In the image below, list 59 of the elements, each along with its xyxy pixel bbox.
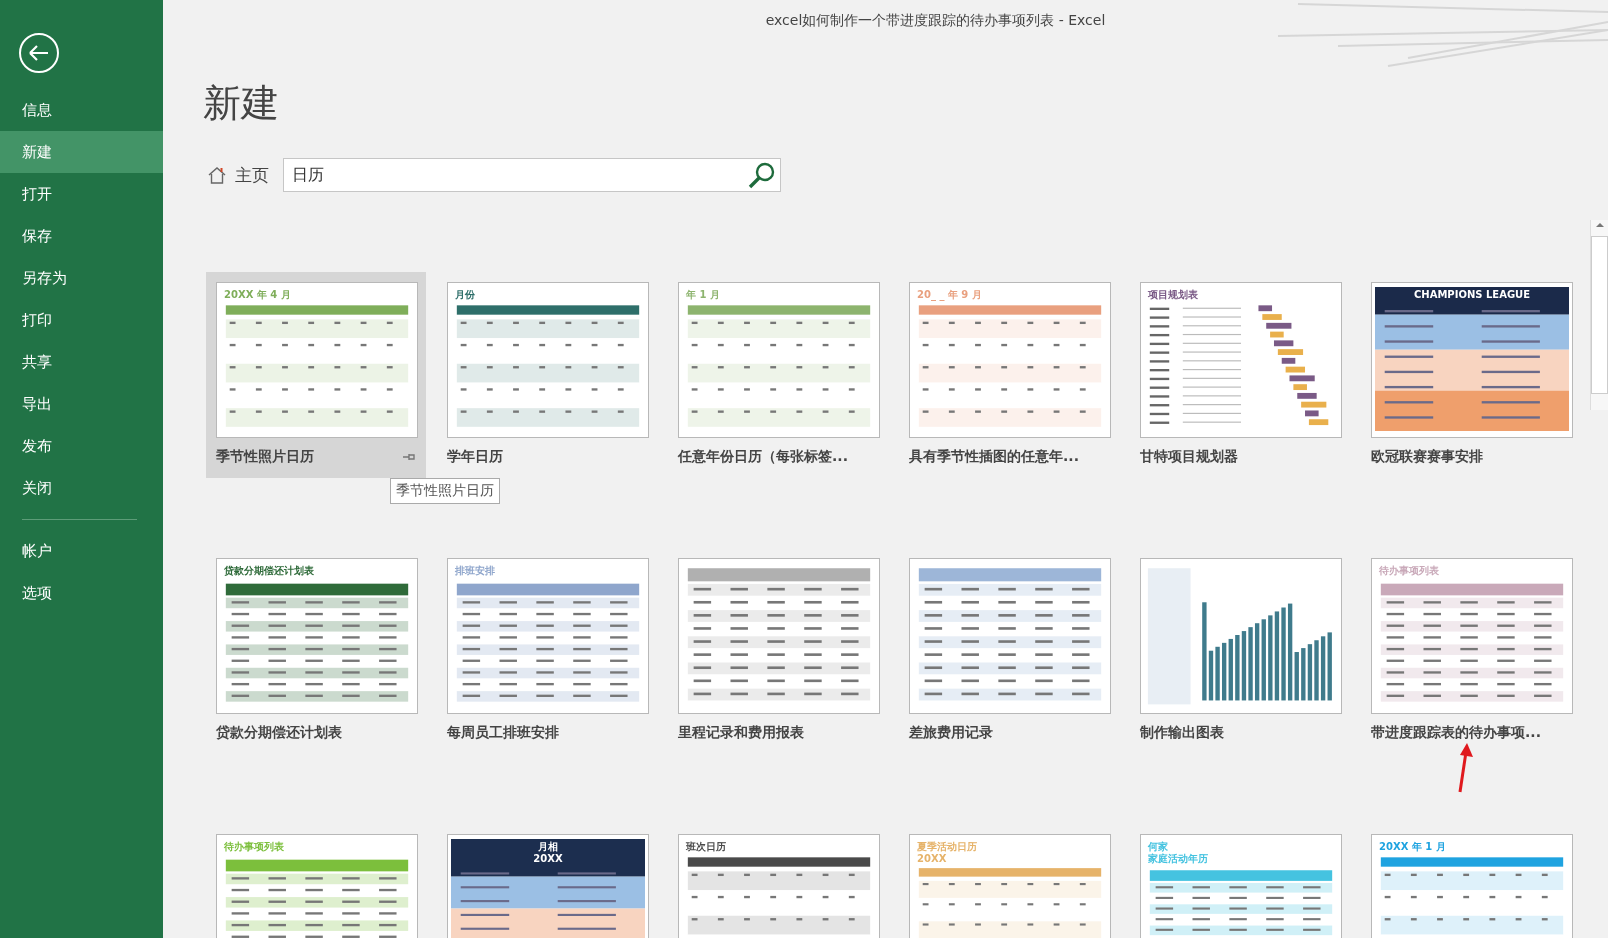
template-name: 学年日历: [447, 448, 503, 466]
tooltip: 季节性照片日历: [390, 478, 500, 504]
thumbnail-heading: 项目规划表: [1148, 289, 1198, 301]
thumbnail-heading: CHAMPIONS LEAGUE: [1413, 289, 1531, 301]
thumbnail-heading: 月相: [538, 841, 558, 853]
template-thumbnail[interactable]: 班次日历: [678, 834, 880, 938]
sidebar-item[interactable]: 信息: [0, 89, 163, 131]
back-button[interactable]: [18, 32, 60, 74]
scrollbar[interactable]: [1590, 220, 1608, 410]
template-name: 贷款分期偿还计划表: [216, 724, 342, 742]
thumbnail-heading: 贷款分期偿还计划表: [224, 565, 314, 577]
thumbnail-heading: 年 1 月: [686, 289, 720, 301]
thumbnail-heading: 何家: [1148, 841, 1168, 852]
thumbnail-heading: 家庭活动年历: [1148, 852, 1208, 864]
page-heading: 新建: [203, 84, 280, 122]
sidebar-item[interactable]: 新建: [0, 131, 163, 173]
sidebar-item[interactable]: 发布: [0, 425, 163, 467]
sidebar-item[interactable]: 帐户: [0, 530, 163, 572]
thumbnail-heading: 20_ _ 年 9 月: [917, 289, 982, 301]
thumbnail-heading: 20XX 年 4 月: [224, 289, 291, 301]
template-name: 带进度跟踪表的待办事项...: [1371, 724, 1541, 742]
template-name: 制作输出图表: [1140, 724, 1224, 742]
sidebar-item[interactable]: 关闭: [0, 467, 163, 509]
template-thumbnail[interactable]: 项目规划表: [1140, 282, 1342, 438]
thumbnail-heading: 月份: [455, 289, 475, 301]
template-name: 每周员工排班安排: [447, 724, 559, 742]
thumbnail-heading: 夏季活动日历: [917, 841, 977, 853]
sidebar-item[interactable]: 选项: [0, 572, 163, 614]
thumbnail-heading: 排班安排: [455, 565, 495, 577]
sidebar-item[interactable]: 保存: [0, 215, 163, 257]
template-name: 甘特项目规划器: [1140, 448, 1238, 466]
thumbnail-heading: 20XX: [917, 852, 947, 864]
window-title: excel如何制作一个带进度跟踪的待办事项列表 - Excel: [764, 12, 1106, 30]
template-thumbnail[interactable]: 贷款分期偿还计划表: [216, 558, 418, 714]
search-icon[interactable]: [747, 160, 777, 190]
sidebar-item[interactable]: 另存为: [0, 257, 163, 299]
template-name: 具有季节性插图的任意年...: [909, 448, 1079, 466]
template-name: 差旅费用记录: [909, 724, 993, 742]
pin-icon[interactable]: [402, 452, 416, 462]
template-card[interactable]: 20XX 年 4 月 季节性照片日历: [206, 272, 426, 478]
template-name: 季节性照片日历: [216, 448, 314, 466]
template-thumbnail[interactable]: 月相 20XX: [447, 834, 649, 938]
sidebar-item[interactable]: 打印: [0, 299, 163, 341]
thumbnail-heading: 班次日历: [686, 841, 726, 853]
template-name: 欧冠联赛赛事安排: [1371, 448, 1483, 466]
template-name: 任意年份日历（每张标签...: [678, 448, 848, 466]
thumbnail-heading: 待办事项列表: [224, 841, 284, 853]
thumbnail-heading: 待办事项列表: [1379, 565, 1439, 577]
thumbnail-heading: 20XX 年 1 月: [1379, 841, 1446, 853]
sidebar-item[interactable]: 打开: [0, 173, 163, 215]
home-icon: [207, 166, 227, 184]
template-name: 里程记录和费用报表: [678, 724, 804, 742]
template-thumbnail[interactable]: CHAMPIONS LEAGUE: [1371, 282, 1573, 438]
sidebar-item[interactable]: 导出: [0, 383, 163, 425]
home-link[interactable]: 主页: [235, 163, 269, 187]
template-thumbnail[interactable]: 月份: [447, 282, 649, 438]
thumbnail-heading: 20XX: [533, 852, 563, 864]
sidebar-item[interactable]: 共享: [0, 341, 163, 383]
search-field[interactable]: 日历: [283, 158, 781, 192]
